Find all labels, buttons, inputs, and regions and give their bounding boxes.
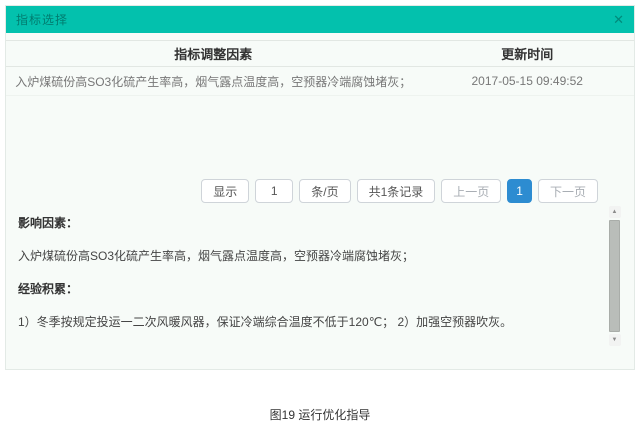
pagination-total-records: 共1条记录 [357, 179, 436, 203]
figure-caption: 图19 运行优化指导 [0, 406, 640, 423]
detail-text-panel: 影响因素： 入炉煤硫份高SO3化硫产生率高，烟气露点温度高，空预器冷端腐蚀堵灰；… [6, 202, 634, 349]
dialog-titlebar: 指标选择 ✕ [6, 6, 634, 33]
pagination-show-label: 显示 [201, 179, 249, 203]
column-header-factor: 指标调整因素 [6, 44, 420, 63]
scrollbar-track[interactable] [609, 218, 620, 334]
pagination-per-page-label: 条/页 [299, 179, 350, 203]
experience-text: 1）冬季按规定投运一二次风暖风器，保证冷端综合温度不低于120℃； 2）加强空预… [18, 313, 600, 331]
column-header-time: 更新时间 [420, 44, 634, 63]
time-cell: 2017-05-15 09:49:52 [420, 74, 634, 88]
current-page-button[interactable]: 1 [507, 179, 532, 203]
dialog-title: 指标选择 [16, 11, 68, 28]
prev-page-button[interactable]: 上一页 [441, 179, 501, 203]
factors-heading: 影响因素： [18, 214, 600, 232]
page-size-input[interactable]: 1 [255, 179, 293, 203]
scroll-up-icon[interactable]: ▲ [609, 206, 621, 218]
factor-cell: 入炉煤硫份高SO3化硫产生率高，烟气露点温度高，空预器冷端腐蚀堵灰； [6, 73, 420, 90]
close-icon[interactable]: ✕ [613, 13, 624, 26]
page-background: 指标选择 ✕ 指标调整因素 更新时间 入炉煤硫份高SO3化硫产生率高，烟气露点温… [0, 0, 640, 438]
vertical-scrollbar[interactable]: ▲ ▼ [608, 206, 621, 346]
pagination-bar: 显示 1 条/页 共1条记录 上一页 1 下一页 [201, 179, 598, 203]
scrollbar-thumb[interactable] [609, 220, 620, 332]
scroll-down-icon[interactable]: ▼ [609, 334, 621, 346]
experience-heading: 经验积累： [18, 280, 600, 298]
factors-table: 指标调整因素 更新时间 入炉煤硫份高SO3化硫产生率高，烟气露点温度高，空预器冷… [6, 40, 634, 96]
factors-text: 入炉煤硫份高SO3化硫产生率高，烟气露点温度高，空预器冷端腐蚀堵灰； [18, 247, 600, 265]
next-page-button[interactable]: 下一页 [538, 179, 598, 203]
indicator-dialog: 指标选择 ✕ 指标调整因素 更新时间 入炉煤硫份高SO3化硫产生率高，烟气露点温… [5, 5, 635, 370]
table-header-row: 指标调整因素 更新时间 [6, 40, 634, 67]
table-row[interactable]: 入炉煤硫份高SO3化硫产生率高，烟气露点温度高，空预器冷端腐蚀堵灰； 2017-… [6, 67, 634, 96]
